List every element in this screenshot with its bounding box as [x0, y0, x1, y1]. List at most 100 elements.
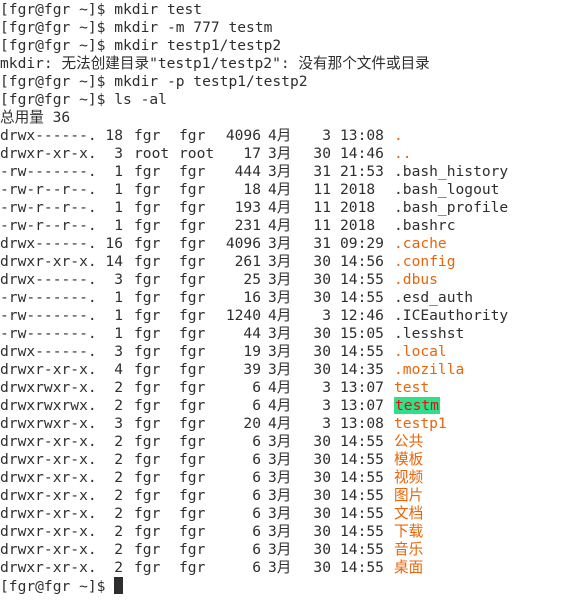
- file-name: 文档: [394, 505, 423, 523]
- group: fgr: [179, 307, 206, 324]
- file-size: 6: [252, 379, 261, 396]
- link-count: 2: [114, 397, 123, 414]
- directory-name-text: 桌面: [394, 559, 424, 576]
- directory-name-text: .cache: [394, 235, 447, 252]
- directory-name-text: test: [394, 379, 430, 396]
- listing-row: drwxr-xr-x. 14 fgr fgr 261 3月 30 14:56 .config: [0, 253, 568, 271]
- time: 2018: [340, 199, 376, 216]
- month: 4月: [268, 199, 292, 216]
- group: fgr: [179, 469, 206, 486]
- output-text: 总用量 36: [0, 109, 71, 126]
- listing-row: drwxrwxr-x. 2 fgr fgr 6 4月 3 13:07 test: [0, 379, 568, 397]
- directory-name-text: ..: [394, 145, 412, 162]
- day: 30: [313, 325, 331, 342]
- day: 3: [322, 307, 331, 324]
- directory-name-text: 音乐: [394, 541, 424, 558]
- group: fgr: [179, 289, 206, 306]
- time: 14:55: [340, 541, 384, 558]
- command-text: mkdir testp1/testp2: [114, 37, 282, 54]
- owner: fgr: [134, 433, 161, 450]
- directory-name-text: 图片: [394, 487, 424, 504]
- listing-row: drwxr-xr-x. 2 fgr fgr 6 3月 30 14:55 公共: [0, 433, 568, 451]
- file-name-text: .ICEauthority: [394, 307, 509, 324]
- link-count: 2: [114, 505, 123, 522]
- file-size: 6: [252, 505, 261, 522]
- listing-row: drwxr-xr-x. 2 fgr fgr 6 3月 30 14:55 桌面: [0, 559, 568, 577]
- link-count: 1: [114, 181, 123, 198]
- time: 14:55: [340, 433, 384, 450]
- group: fgr: [179, 451, 206, 468]
- link-count: 1: [114, 307, 123, 324]
- owner: fgr: [134, 541, 161, 558]
- group: fgr: [179, 379, 206, 396]
- day: 30: [313, 469, 331, 486]
- day: 30: [313, 433, 331, 450]
- directory-name-text: .local: [394, 343, 447, 360]
- listing-row: drwx------. 16 fgr fgr 4096 3月 31 09:29 .cache: [0, 235, 568, 253]
- command-text: mkdir test: [114, 1, 203, 18]
- link-count: 3: [114, 145, 123, 162]
- day: 30: [313, 523, 331, 540]
- file-size: 444: [234, 163, 261, 180]
- group: fgr: [179, 325, 206, 342]
- file-size: 6: [252, 397, 261, 414]
- text-cursor: [114, 577, 124, 594]
- day: 30: [313, 145, 331, 162]
- link-count: 1: [114, 163, 123, 180]
- time: 14:46: [340, 145, 384, 162]
- prompt: [fgr@fgr ~]$: [0, 73, 115, 90]
- time: 13:08: [340, 415, 384, 432]
- file-name: .local: [394, 343, 447, 361]
- month: 3月: [268, 343, 292, 360]
- prompt: [fgr@fgr ~]$: [0, 19, 115, 36]
- file-name: testp1: [394, 415, 447, 433]
- listing-row: drwxr-xr-x. 2 fgr fgr 6 3月 30 14:55 音乐: [0, 541, 568, 559]
- permissions: drwxr-xr-x.: [0, 469, 97, 486]
- day: 31: [313, 235, 331, 252]
- file-name: .mozilla: [394, 361, 464, 379]
- permissions: drwxr-xr-x.: [0, 541, 97, 558]
- link-count: 2: [114, 487, 123, 504]
- group: fgr: [179, 343, 206, 360]
- time: 09:29: [340, 235, 384, 252]
- group: fgr: [179, 361, 206, 378]
- file-name: 下载: [394, 523, 423, 541]
- link-count: 2: [114, 451, 123, 468]
- month: 4月: [268, 415, 292, 432]
- prompt: [fgr@fgr ~]$: [0, 1, 115, 18]
- owner: fgr: [134, 307, 161, 324]
- day: 30: [313, 361, 331, 378]
- month: 3月: [268, 271, 292, 288]
- group: fgr: [179, 433, 206, 450]
- day: 11: [313, 199, 331, 216]
- owner: fgr: [134, 523, 161, 540]
- time: 14:55: [340, 451, 384, 468]
- command-line: [fgr@fgr ~]$ mkdir testp1/testp2: [0, 37, 568, 55]
- owner: fgr: [134, 289, 161, 306]
- owner: fgr: [134, 487, 161, 504]
- file-size: 4096: [225, 235, 261, 252]
- file-name: .: [394, 127, 403, 145]
- permissions: drwx------.: [0, 271, 97, 288]
- time: 15:05: [340, 325, 384, 342]
- command-line: [fgr@fgr ~]$ mkdir -p testp1/testp2: [0, 73, 568, 91]
- month: 4月: [268, 307, 292, 324]
- month: 3月: [268, 235, 292, 252]
- owner: fgr: [134, 361, 161, 378]
- day: 3: [322, 127, 331, 144]
- month: 3月: [268, 523, 292, 540]
- day: 30: [313, 289, 331, 306]
- time: 2018: [340, 181, 376, 198]
- output-text: mkdir: 无法创建目录"testp1/testp2": 没有那个文件或目录: [0, 55, 430, 72]
- month: 3月: [268, 289, 292, 306]
- file-name: .dbus: [394, 271, 438, 289]
- command-line: [fgr@fgr ~]$ mkdir -m 777 testm: [0, 19, 568, 37]
- file-size: 20: [243, 415, 261, 432]
- day: 3: [322, 415, 331, 432]
- group: fgr: [179, 181, 206, 198]
- file-name: .config: [394, 253, 456, 271]
- directory-name-text: .: [394, 127, 403, 144]
- terminal-window[interactable]: [fgr@fgr ~]$ mkdir test [fgr@fgr ~]$ mkdi…: [0, 0, 568, 600]
- owner: fgr: [134, 199, 161, 216]
- group: fgr: [179, 487, 206, 504]
